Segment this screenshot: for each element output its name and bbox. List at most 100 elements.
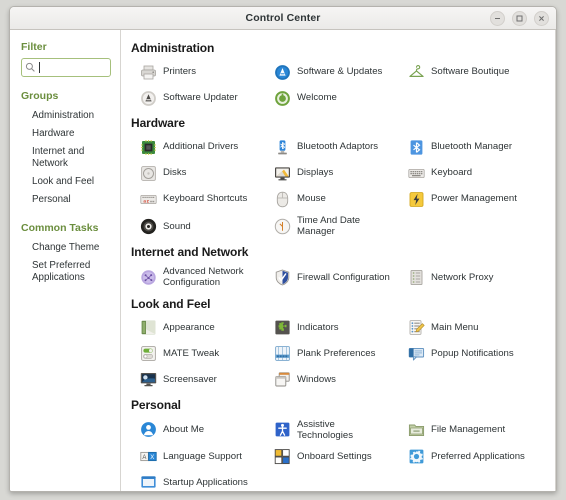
tile-windows[interactable]: Windows — [261, 367, 395, 393]
tile-label: Disks — [163, 167, 187, 179]
sidebar-item-look-and-feel[interactable]: Look and Feel — [10, 173, 120, 191]
tile-printers[interactable]: Printers — [127, 59, 261, 85]
tile-label: Keyboard — [431, 167, 473, 179]
gear-icon — [407, 448, 425, 466]
tile-firewall-configuration[interactable]: Firewall Configuration — [261, 263, 395, 291]
section-grid-look-and-feel: Appearance Indicators Main Menu MATE Twe… — [127, 315, 552, 393]
tile-time-and-date-manager[interactable]: Time And Date Manager — [261, 212, 395, 240]
tile-assistive-technologies[interactable]: Assistive Technologies — [261, 416, 395, 444]
tile-label: Windows — [297, 373, 336, 385]
window-title: Control Center — [245, 12, 321, 24]
tile-displays[interactable]: Displays — [261, 160, 395, 186]
control-center-window: Control Center Filter Groups Administrat… — [9, 6, 557, 492]
keyboard-icon — [407, 164, 425, 182]
tile-plank-preferences[interactable]: Plank Preferences — [261, 341, 395, 367]
maximize-button[interactable] — [512, 10, 527, 26]
tile-screensaver[interactable]: Screensaver — [127, 367, 261, 393]
keyboard-shortcuts-icon: a z — [139, 190, 157, 208]
content-area: Administration Printers Software & Updat… — [121, 30, 556, 491]
windows-stack-icon — [273, 371, 291, 389]
tile-indicators[interactable]: Indicators — [261, 315, 395, 341]
tile-label: Mouse — [297, 193, 326, 205]
tile-label: Keyboard Shortcuts — [163, 193, 248, 205]
close-icon — [539, 15, 544, 21]
tile-label: Bluetooth Manager — [431, 141, 513, 153]
tile-software-boutique[interactable]: Software Boutique — [395, 59, 552, 85]
tile-label: File Management — [431, 424, 506, 436]
tile-main-menu[interactable]: Main Menu — [395, 315, 552, 341]
tile-keyboard[interactable]: Keyboard — [395, 160, 552, 186]
section-title-look-and-feel: Look and Feel — [131, 296, 211, 311]
section-grid-internet-and-network: Advanced Network Configuration Firewall … — [127, 263, 552, 291]
search-icon — [25, 62, 36, 73]
printer-icon — [139, 63, 157, 81]
tile-welcome[interactable]: Welcome — [261, 85, 395, 111]
minimize-button[interactable] — [490, 10, 505, 26]
tile-appearance[interactable]: Appearance — [127, 315, 261, 341]
software-updates-icon — [273, 63, 291, 81]
tile-disks[interactable]: Disks — [127, 160, 261, 186]
tile-label: Welcome — [297, 92, 337, 104]
tile-label: Firewall Configuration — [297, 271, 390, 283]
tile-label: Software & Updates — [297, 66, 383, 78]
tile-bluetooth-manager[interactable]: Bluetooth Manager — [395, 134, 552, 160]
search-input[interactable] — [21, 58, 111, 77]
common-tasks-heading: Common Tasks — [21, 221, 99, 234]
tile-mouse[interactable]: Mouse — [261, 186, 395, 212]
speaker-icon — [139, 217, 157, 235]
tile-label: Displays — [297, 167, 334, 179]
disk-icon — [139, 164, 157, 182]
power-bolt-icon — [407, 190, 425, 208]
tile-mate-tweak[interactable]: MATE Tweak — [127, 341, 261, 367]
section-grid-hardware: Additional Drivers Bluetooth Adaptors Bl… — [127, 134, 552, 240]
tile-advanced-network-configuration[interactable]: Advanced Network Configuration — [127, 263, 261, 291]
section-title-personal: Personal — [131, 397, 181, 412]
tile-file-management[interactable]: File Management — [395, 416, 552, 444]
tile-software-updater[interactable]: Software Updater — [127, 85, 261, 111]
tile-language-support[interactable]: A X Language Support — [127, 444, 261, 470]
tile-label: Time And Date Manager — [297, 215, 361, 238]
sidebar-item-set-preferred-applications[interactable]: Set Preferred Applications — [10, 257, 120, 287]
sidebar: Filter Groups Administration Hardware In… — [10, 30, 121, 491]
startup-window-icon — [139, 474, 157, 491]
tile-network-proxy[interactable]: Network Proxy — [395, 263, 552, 291]
close-button[interactable] — [534, 10, 549, 26]
sidebar-item-personal[interactable]: Personal — [10, 191, 120, 209]
sidebar-item-hardware[interactable]: Hardware — [10, 125, 120, 143]
tile-bluetooth-adaptors[interactable]: Bluetooth Adaptors — [261, 134, 395, 160]
mouse-icon — [273, 190, 291, 208]
tile-label: Preferred Applications — [431, 451, 525, 463]
tile-label: Additional Drivers — [163, 141, 239, 153]
appearance-icon — [139, 319, 157, 337]
sidebar-item-administration[interactable]: Administration — [10, 107, 120, 125]
tile-label: MATE Tweak — [163, 347, 220, 359]
tile-power-management[interactable]: Power Management — [395, 186, 552, 212]
tile-additional-drivers[interactable]: Additional Drivers — [127, 134, 261, 160]
notification-bubble-icon — [407, 345, 425, 363]
puzzle-piece-icon — [273, 319, 291, 337]
groups-heading: Groups — [21, 90, 59, 102]
tile-popup-notifications[interactable]: Popup Notifications — [395, 341, 552, 367]
tile-label: Power Management — [431, 193, 517, 205]
tile-startup-applications[interactable]: Startup Applications — [127, 470, 261, 491]
tile-onboard-settings[interactable]: Onboard Settings — [261, 444, 395, 470]
network-globe-icon — [139, 268, 157, 286]
tile-keyboard-shortcuts[interactable]: a z Keyboard Shortcuts — [127, 186, 261, 212]
bluetooth-manager-icon — [407, 138, 425, 156]
sidebar-item-change-theme[interactable]: Change Theme — [10, 239, 120, 257]
tile-label: Sound — [163, 220, 191, 232]
search-wrapper — [10, 58, 120, 77]
tile-label: About Me — [163, 424, 205, 436]
content-right-edge — [555, 30, 556, 491]
tile-about-me[interactable]: About Me — [127, 416, 261, 444]
tile-preferred-applications[interactable]: Preferred Applications — [395, 444, 552, 470]
tile-software-and-updates[interactable]: Software & Updates — [261, 59, 395, 85]
sidebar-item-internet-and-network[interactable]: Internet and Network — [10, 143, 120, 173]
tile-sound[interactable]: Sound — [127, 212, 261, 240]
section-title-administration: Administration — [131, 41, 215, 55]
toggle-switch-icon — [139, 345, 157, 363]
bluetooth-adaptor-icon — [273, 138, 291, 156]
main-menu-icon — [407, 319, 425, 337]
section-title-internet-and-network: Internet and Network — [131, 245, 249, 260]
svg-text:A: A — [142, 455, 146, 461]
